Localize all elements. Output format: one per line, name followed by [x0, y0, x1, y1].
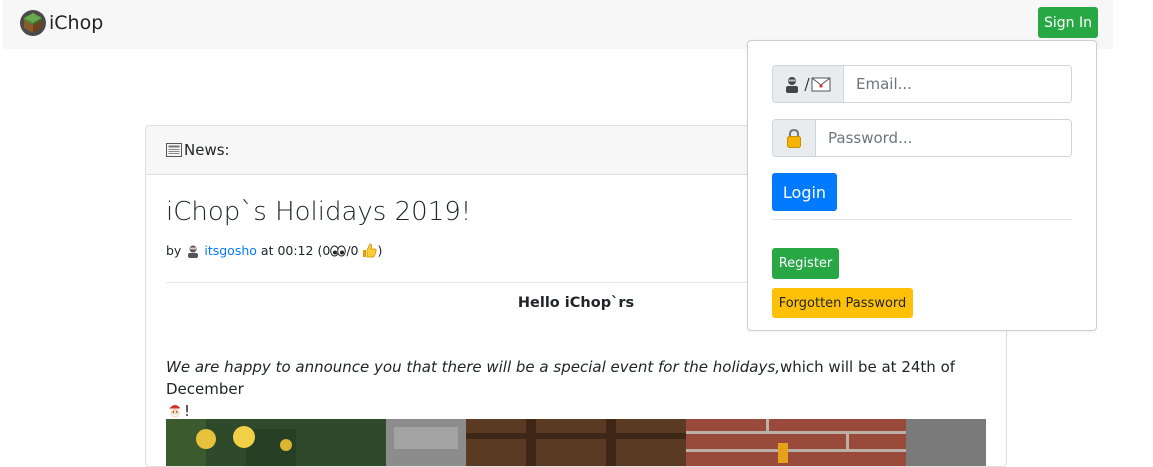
- thumbs-up-icon: [363, 243, 377, 258]
- post-meta: by itsgosho at 00:12 (0 /0 ): [166, 243, 382, 258]
- author-link[interactable]: itsgosho: [204, 243, 257, 258]
- password-prefix: [773, 120, 816, 156]
- meta-close: ): [377, 243, 383, 258]
- forgotten-password-button[interactable]: Forgotten Password: [772, 288, 913, 318]
- user-mail-icon: [786, 77, 831, 93]
- author-avatar-icon: [188, 245, 199, 258]
- announcement-italic: We are happy to announce you that there …: [166, 358, 780, 376]
- login-button[interactable]: Login: [772, 173, 837, 211]
- password-input-group: [772, 119, 1072, 157]
- by-label: by: [166, 243, 182, 258]
- post-announcement: We are happy to announce you that there …: [166, 356, 986, 422]
- dropdown-divider: [772, 219, 1072, 220]
- newspaper-icon: [166, 143, 182, 157]
- santa-icon: [169, 405, 184, 418]
- grass-block-icon: [20, 10, 46, 36]
- views-count: (0: [317, 243, 331, 258]
- email-prefix: [773, 66, 844, 102]
- post-time: at 00:12: [260, 243, 314, 258]
- holiday-banner-image: [166, 419, 986, 466]
- sign-in-button[interactable]: Sign In: [1038, 7, 1098, 38]
- login-dropdown: Login Register Forgotten Password: [747, 40, 1097, 331]
- likes-count: /0: [346, 243, 359, 258]
- lock-icon: [787, 128, 801, 148]
- brand-name: iChop: [49, 12, 104, 34]
- announcement-end: !: [184, 402, 191, 420]
- eyes-icon: [330, 245, 347, 256]
- post-title: iChop`s Holidays 2019!: [166, 197, 472, 227]
- password-field[interactable]: [816, 120, 1071, 156]
- register-button[interactable]: Register: [772, 248, 839, 279]
- news-header-label: News:: [184, 141, 230, 159]
- email-field[interactable]: [844, 66, 1071, 102]
- email-input-group: [772, 65, 1072, 103]
- brand[interactable]: iChop: [19, 9, 103, 37]
